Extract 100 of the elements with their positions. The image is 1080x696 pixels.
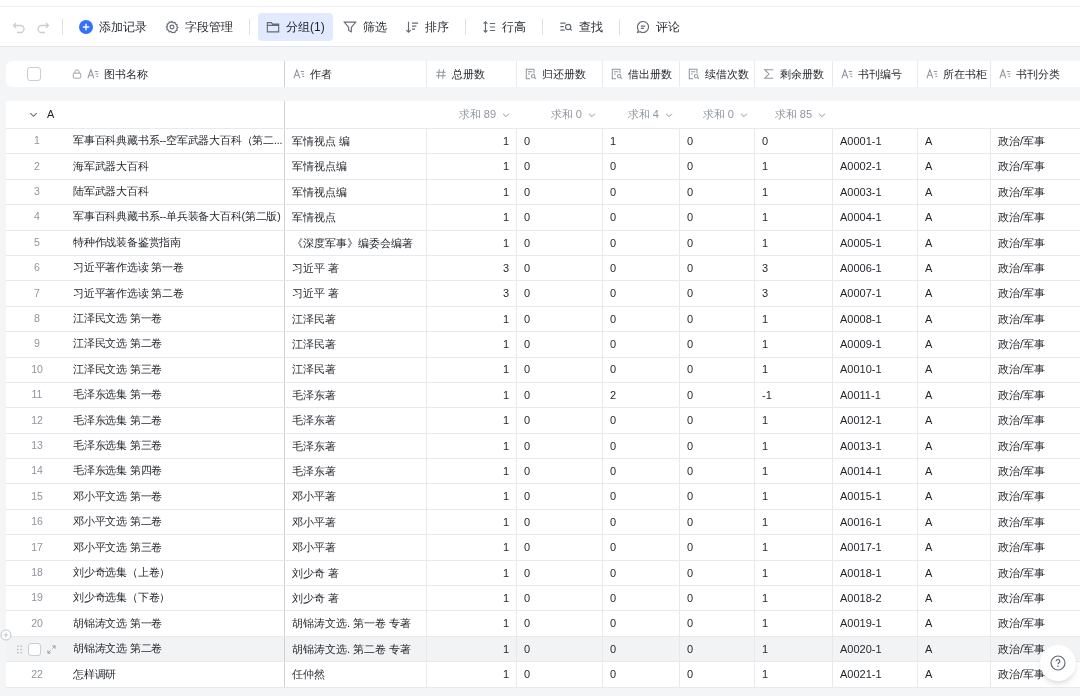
table-cell-text: 1 [502, 540, 509, 556]
table-cell-text: 0 [610, 362, 617, 378]
column-header[interactable]: 所在书柜 [943, 65, 987, 83]
toolbar-button[interactable]: 评论 [627, 12, 688, 41]
table-cell-text: 0 [524, 159, 531, 175]
text-field-icon [293, 68, 305, 80]
row-number: 9 [33, 336, 41, 352]
table-cell-text: A0015-1 [840, 489, 882, 505]
column-header[interactable]: 续借次数 [705, 65, 749, 83]
table-cell-text: 0 [524, 616, 531, 632]
column-header[interactable]: 图书名称 [104, 65, 148, 83]
table-cell-text: 1 [762, 489, 769, 505]
table-cell-text: 1 [502, 667, 509, 683]
table-cell-text: 0 [610, 311, 617, 327]
toolbar-button[interactable]: 字段管理 [157, 12, 241, 41]
table-cell-text: 1 [502, 210, 509, 226]
row-number: 12 [30, 412, 44, 428]
toolbar-button[interactable]: 排序 [396, 12, 457, 41]
table-cell-text: 政治/军事 [998, 667, 1046, 683]
column-header[interactable]: 书刊分类 [1016, 65, 1060, 83]
table-cell-text: 3 [762, 260, 769, 276]
folder-icon [266, 19, 280, 34]
table-cell-text: A0002-1 [840, 159, 882, 175]
table-cell-text: 0 [524, 464, 531, 479]
table-cell-text: 0 [610, 260, 617, 276]
row-number: 8 [33, 311, 41, 327]
table-cell-text: A0004-1 [840, 210, 882, 226]
column-header[interactable]: 剩余册数 [780, 65, 824, 83]
table-cell-text: 1 [610, 133, 617, 149]
table-cell-text: 江泽民著 [292, 337, 336, 353]
table-cell-text: 0 [610, 184, 617, 200]
table-cell-text: A0021-1 [840, 667, 882, 683]
table-cell-text: 1 [762, 159, 769, 175]
table-cell-text: 习近平 著 [292, 286, 340, 302]
table-cell-text: 1 [762, 184, 769, 200]
table-cell-text: 0 [524, 133, 531, 149]
table-cell-text: 1 [502, 616, 509, 632]
checkbox[interactable] [27, 67, 41, 81]
row-number: 13 [30, 438, 44, 453]
table-cell-text: 政治/军事 [998, 210, 1046, 226]
toolbar-button[interactable]: 筛选 [334, 12, 395, 41]
table-cell-text: A [925, 260, 933, 276]
toolbar-button[interactable]: 行高 [473, 12, 534, 41]
table-cell-text: A [925, 362, 933, 378]
plus-icon [79, 19, 93, 34]
table-cell-text: 1 [502, 184, 509, 200]
table-cell-text: 邓小平著 [292, 514, 336, 530]
column-header[interactable]: 书刊编号 [858, 65, 902, 83]
table-cell-text: 0 [524, 387, 531, 403]
table-cell-text: A0006-1 [840, 260, 882, 276]
toolbar-button[interactable]: 查找 [550, 12, 611, 41]
row-number: 2 [33, 158, 41, 174]
drag-handle-icon[interactable] [17, 644, 22, 654]
row-number: 22 [30, 666, 44, 682]
text-field-icon [841, 68, 853, 80]
table-cell-text: 1 [502, 337, 509, 353]
table-cell-text: 1 [502, 387, 509, 403]
column-header[interactable]: 归还册数 [542, 65, 586, 83]
table-cell-text: 政治/军事 [998, 260, 1046, 276]
table-cell-text: 0 [610, 616, 617, 632]
table-cell-text: 0 [687, 464, 694, 479]
table-cell-text: 政治/军事 [998, 133, 1046, 149]
table-cell-text: 0 [524, 438, 531, 454]
table-cell-text: 0 [524, 565, 531, 581]
settings-icon [165, 19, 179, 34]
table-cell: 习近平著作选读 第一卷 [73, 260, 184, 276]
expand-icon[interactable] [47, 644, 56, 654]
table-cell-text: 0 [610, 641, 617, 657]
column-header[interactable]: 总册数 [452, 65, 485, 83]
table-cell-text: 政治/军事 [998, 641, 1046, 657]
table-cell-text: 政治/军事 [998, 590, 1046, 606]
column-header[interactable]: 作者 [310, 65, 332, 83]
toolbar-button[interactable]: 分组(1) [258, 12, 333, 41]
checkbox[interactable] [28, 642, 41, 656]
add-row-icon[interactable] [0, 629, 12, 641]
table-cell-text: 政治/军事 [998, 616, 1046, 632]
table-cell-text: 邓小平著 [292, 540, 336, 556]
table-cell-text: 毛泽东著 [292, 464, 336, 479]
table-cell-text: A [925, 311, 933, 327]
table-cell-text: A0005-1 [840, 235, 882, 251]
column-header[interactable]: 借出册数 [628, 65, 672, 83]
table-cell-text: 海军武器大百科 [73, 158, 149, 174]
table-cell-text: A0003-1 [840, 184, 882, 200]
table-cell-text: A [925, 438, 933, 454]
row-number: 11 [30, 387, 44, 403]
table-cell-text: 邓小平文选 第一卷 [73, 488, 163, 504]
table-cell-text: 邓小平著 [292, 489, 336, 505]
table-cell: 陆军武器大百科 [73, 184, 149, 200]
row-number: 4 [33, 209, 41, 225]
table-cell-text: 0 [687, 235, 694, 251]
row-number: 6 [33, 260, 41, 276]
table-cell-text: 军情视点编 [292, 184, 347, 200]
search-icon [558, 19, 573, 34]
table-cell-text: A0010-1 [840, 362, 882, 378]
table-cell-text: 0 [524, 184, 531, 200]
add-record-button[interactable]: 添加记录 [71, 12, 155, 41]
table-cell-text: 刘少奇 著 [292, 590, 340, 606]
table-cell-text: 1 [502, 235, 509, 251]
funnel-icon [342, 19, 357, 34]
table-cell-text: 江泽民著 [292, 362, 336, 378]
